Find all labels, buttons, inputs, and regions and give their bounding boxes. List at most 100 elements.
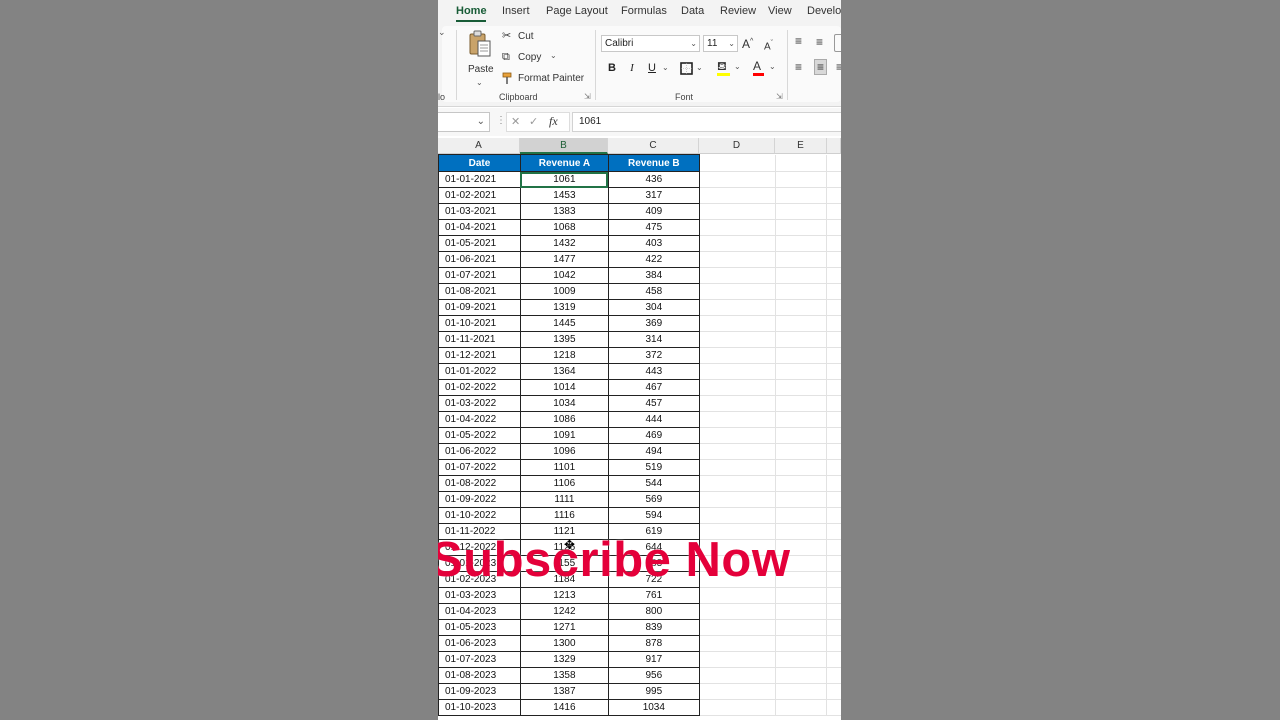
chevron-down-icon[interactable]: ⌄ (662, 62, 669, 74)
empty-cell[interactable] (826, 363, 841, 380)
empty-cell[interactable] (826, 203, 841, 220)
revenue-a-cell[interactable]: 1091 (519, 427, 609, 444)
date-cell[interactable]: 01-05-2022 (438, 427, 521, 444)
revenue-b-cell[interactable]: 444 (607, 411, 700, 428)
revenue-a-cell[interactable]: 1300 (519, 635, 609, 652)
empty-cell[interactable] (699, 267, 776, 284)
empty-cell[interactable] (826, 427, 841, 444)
empty-cell[interactable] (699, 251, 776, 268)
empty-cell[interactable] (826, 315, 841, 332)
empty-cell[interactable] (826, 459, 841, 476)
column-header-d[interactable]: D (699, 138, 775, 154)
revenue-a-cell[interactable]: 1395 (519, 331, 609, 348)
revenue-a-cell[interactable]: 1101 (519, 459, 609, 476)
empty-cell[interactable] (826, 603, 841, 620)
dialog-launcher-icon[interactable]: ⇲ (584, 92, 591, 101)
revenue-b-cell[interactable]: 422 (607, 251, 700, 268)
empty-cell[interactable] (775, 154, 828, 172)
empty-cell[interactable] (775, 507, 828, 524)
empty-cell[interactable] (826, 571, 841, 588)
revenue-b-cell[interactable]: 519 (607, 459, 700, 476)
empty-cell[interactable] (826, 491, 841, 508)
empty-cell[interactable] (775, 315, 828, 332)
align-right-icon[interactable]: ≡ (836, 61, 841, 73)
date-cell[interactable]: 01-01-2022 (438, 363, 521, 380)
empty-cell[interactable] (699, 443, 776, 460)
empty-cell[interactable] (699, 235, 776, 252)
column-header-b[interactable]: B (520, 138, 608, 154)
empty-cell[interactable] (699, 603, 776, 620)
date-cell[interactable]: 01-11-2021 (438, 331, 521, 348)
column-header-c[interactable]: C (608, 138, 699, 154)
empty-cell[interactable] (775, 395, 828, 412)
empty-cell[interactable] (699, 363, 776, 380)
revenue-a-cell[interactable]: 1009 (519, 283, 609, 300)
date-cell[interactable]: 01-03-2023 (438, 587, 521, 604)
bold-button[interactable]: B (605, 62, 619, 74)
tab-page-layout[interactable]: Page Layout (546, 5, 608, 17)
empty-cell[interactable] (826, 347, 841, 364)
empty-cell[interactable] (826, 619, 841, 636)
empty-cell[interactable] (826, 523, 841, 540)
format-painter-button[interactable]: Format Painter (502, 72, 588, 86)
fill-color-button[interactable]: ⛾ ⌄ (717, 60, 745, 76)
cancel-icon[interactable]: ✕ (511, 116, 520, 128)
revenue-a-cell[interactable]: 1096 (519, 443, 609, 460)
font-family-select[interactable]: Calibri ⌄ (601, 35, 700, 52)
revenue-b-cell[interactable]: 304 (607, 299, 700, 316)
date-cell[interactable]: 01-05-2021 (438, 235, 521, 252)
empty-cell[interactable] (699, 331, 776, 348)
revenue-b-cell[interactable]: 469 (607, 427, 700, 444)
empty-cell[interactable] (826, 651, 841, 668)
empty-cell[interactable] (826, 331, 841, 348)
date-cell[interactable]: 01-01-2021 (438, 171, 521, 188)
revenue-b-cell[interactable]: 475 (607, 219, 700, 236)
empty-cell[interactable] (826, 699, 841, 716)
empty-cell[interactable] (826, 267, 841, 284)
empty-cell[interactable] (699, 283, 776, 300)
date-cell[interactable]: 01-04-2023 (438, 603, 521, 620)
revenue-b-cell[interactable]: 384 (607, 267, 700, 284)
revenue-b-cell[interactable]: 956 (607, 667, 700, 684)
empty-cell[interactable] (699, 427, 776, 444)
date-cell[interactable]: 01-02-2022 (438, 379, 521, 396)
empty-cell[interactable] (826, 635, 841, 652)
date-cell[interactable]: 01-09-2021 (438, 299, 521, 316)
revenue-b-cell[interactable]: 839 (607, 619, 700, 636)
empty-cell[interactable] (826, 683, 841, 700)
revenue-a-cell[interactable]: 1111 (519, 491, 609, 508)
date-cell[interactable]: 01-03-2021 (438, 203, 521, 220)
revenue-b-cell[interactable]: 800 (607, 603, 700, 620)
empty-cell[interactable] (775, 283, 828, 300)
revenue-b-cell[interactable]: 467 (607, 379, 700, 396)
date-cell[interactable]: 01-06-2023 (438, 635, 521, 652)
empty-cell[interactable] (699, 475, 776, 492)
empty-cell[interactable] (699, 491, 776, 508)
date-cell[interactable]: 01-09-2022 (438, 491, 521, 508)
empty-cell[interactable] (826, 395, 841, 412)
revenue-a-cell[interactable]: 1358 (519, 667, 609, 684)
empty-cell[interactable] (826, 283, 841, 300)
revenue-a-cell[interactable]: 1106 (519, 475, 609, 492)
date-cell[interactable]: 01-10-2021 (438, 315, 521, 332)
empty-cell[interactable] (826, 299, 841, 316)
revenue-a-cell[interactable]: 1432 (519, 235, 609, 252)
empty-cell[interactable] (699, 203, 776, 220)
empty-cell[interactable] (699, 507, 776, 524)
empty-cell[interactable] (826, 379, 841, 396)
empty-cell[interactable] (826, 555, 841, 572)
empty-cell[interactable] (699, 635, 776, 652)
align-middle-icon[interactable]: ≡ (816, 36, 823, 48)
empty-cell[interactable] (699, 587, 776, 604)
empty-cell[interactable] (775, 459, 828, 476)
empty-cell[interactable] (775, 411, 828, 428)
date-cell[interactable]: 01-12-2021 (438, 347, 521, 364)
revenue-b-cell[interactable]: 878 (607, 635, 700, 652)
decrease-font-size-icon[interactable]: Aˇ (764, 38, 773, 53)
revenue-a-cell[interactable]: 1042 (519, 267, 609, 284)
empty-cell[interactable] (826, 475, 841, 492)
align-top-icon[interactable]: ≡ (795, 35, 802, 47)
empty-cell[interactable] (826, 235, 841, 252)
revenue-b-cell[interactable]: 457 (607, 395, 700, 412)
revenue-a-cell[interactable]: 1477 (519, 251, 609, 268)
